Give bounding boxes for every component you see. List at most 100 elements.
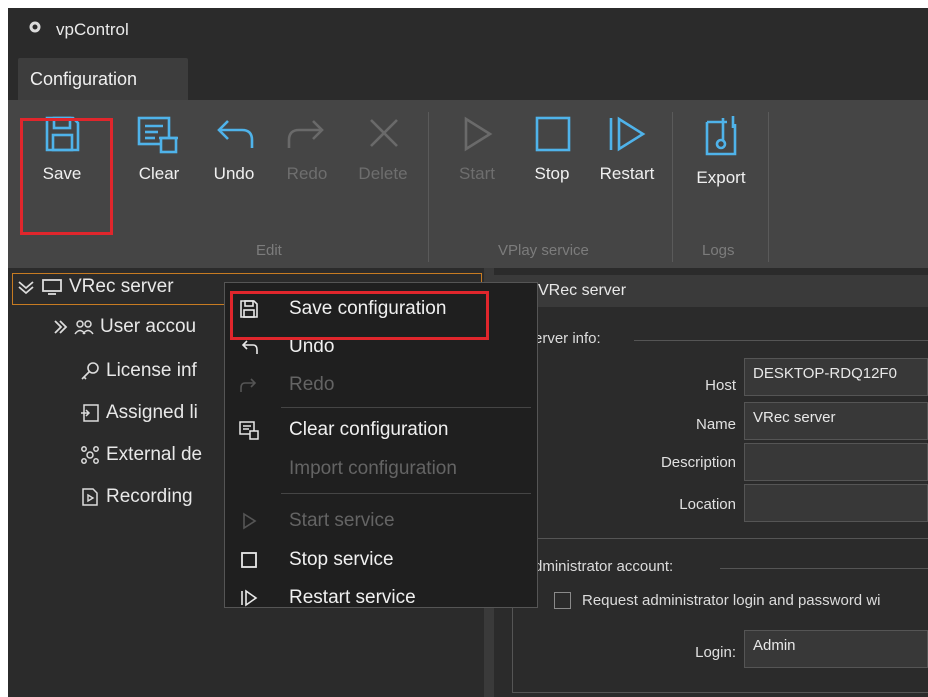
app-title: vpControl [56, 20, 129, 39]
group-separator [672, 112, 673, 262]
restart-icon [609, 116, 646, 152]
tree-root-row: VRec server [17, 276, 174, 310]
redo-button[interactable]: Redo [280, 114, 334, 210]
tree-item-label: License inf [106, 360, 197, 381]
details-pane: VRec server erver info: Host DESKTOP-RDQ… [494, 268, 928, 697]
tree-item-recording[interactable]: Recording [80, 486, 193, 520]
delete-x-icon [370, 119, 398, 147]
menu-item-import-configuration[interactable]: Import configuration [225, 451, 537, 487]
tab-configuration[interactable]: Configuration [18, 58, 188, 100]
request-admin-label: Request administrator login and password… [582, 592, 881, 609]
undo-label: Undo [213, 164, 255, 183]
menu-item-clear-configuration[interactable]: Clear configuration [225, 412, 537, 448]
menu-item-label: Stop service [289, 549, 394, 570]
admin-account-title: dministrator account: [534, 558, 674, 575]
save-configuration-highlight [230, 291, 489, 340]
name-label: Name [695, 416, 736, 433]
clear-button[interactable]: Clear [130, 114, 188, 210]
tab-configuration-label: Configuration [30, 69, 138, 89]
title-bar: vpControl [8, 8, 928, 48]
tree-item-license-info[interactable]: License inf [80, 360, 197, 394]
menu-item-label: Start service [289, 510, 395, 531]
export-label: Export [696, 168, 746, 187]
menu-separator [281, 493, 531, 494]
location-field[interactable] [744, 484, 928, 522]
tree-item-user-accounts[interactable]: User accou [52, 316, 196, 350]
menu-item-start-service[interactable]: Start service [225, 503, 537, 539]
undo-icon [217, 120, 254, 148]
redo-label: Redo [286, 164, 328, 183]
description-label: Description [660, 454, 736, 471]
group-label-logs: Logs [702, 242, 735, 259]
network-icon [81, 446, 99, 464]
tab-row: Configuration [8, 48, 928, 100]
details-header-title: VRec server [538, 282, 627, 299]
host-label: Host [705, 377, 736, 394]
group-frame [512, 692, 928, 693]
menu-item-stop-service[interactable]: Stop service [225, 542, 537, 578]
ribbon-toolbar: Save Clear Undo Redo Delete Start Stop R… [8, 100, 928, 268]
group-frame [720, 568, 928, 569]
tree-item-external-devices[interactable]: External de [80, 444, 202, 478]
menu-item-restart-service[interactable]: Restart service [225, 580, 537, 616]
undo-icon [241, 340, 258, 354]
host-field[interactable]: DESKTOP-RDQ12F0 [744, 358, 928, 396]
stop-button[interactable]: Stop [526, 114, 578, 210]
details-header: VRec server [494, 275, 928, 307]
key-icon [81, 362, 99, 380]
assigned-license-icon [81, 404, 99, 422]
login-field[interactable]: Admin [744, 630, 928, 668]
redo-icon [287, 120, 324, 148]
redo-icon [240, 378, 257, 392]
description-field[interactable] [744, 443, 928, 481]
export-button[interactable]: Export [688, 114, 754, 210]
stop-icon [241, 552, 257, 568]
clear-icon [137, 116, 178, 154]
play-icon [464, 116, 493, 152]
chevron-right-icon[interactable] [52, 319, 68, 335]
play-icon [243, 512, 257, 530]
group-separator [768, 112, 769, 262]
tree-item-assigned-licenses[interactable]: Assigned li [80, 402, 198, 436]
group-frame [634, 340, 928, 341]
group-separator [428, 112, 429, 262]
undo-button[interactable]: Undo [204, 114, 264, 210]
name-field[interactable]: VRec server [744, 402, 928, 440]
delete-button[interactable]: Delete [348, 114, 418, 210]
gear-icon [29, 21, 41, 33]
tree-root-label: VRec server [69, 276, 174, 297]
menu-item-label: Clear configuration [289, 419, 449, 440]
restart-label: Restart [599, 164, 655, 183]
menu-item-label: Restart service [289, 587, 416, 608]
restart-icon [241, 589, 258, 607]
menu-item-label: Import configuration [289, 458, 457, 479]
clear-icon [239, 421, 259, 440]
users-icon [74, 320, 94, 335]
location-label: Location [679, 496, 736, 513]
export-log-icon [705, 116, 737, 156]
start-label: Start [459, 164, 495, 183]
tree-item-label: User accou [100, 316, 197, 337]
server-info-title: erver info: [534, 330, 601, 347]
chevron-down-icon[interactable] [17, 279, 35, 295]
menu-item-label: Redo [289, 374, 335, 395]
delete-label: Delete [358, 164, 408, 183]
save-button-highlight [20, 118, 113, 235]
restart-button[interactable]: Restart [592, 114, 662, 210]
tree-item-label: External de [106, 444, 203, 465]
group-frame [512, 608, 513, 692]
stop-icon [535, 116, 571, 152]
group-frame [520, 538, 928, 539]
recording-icon [82, 488, 98, 506]
start-button[interactable]: Start [452, 114, 502, 210]
tree-item-label: Recording [106, 486, 193, 507]
request-admin-checkbox[interactable] [554, 592, 571, 609]
tree-item-label: Assigned li [106, 402, 198, 423]
app-window: vpControl Configuration Save Clear Undo … [8, 8, 928, 697]
group-label-edit: Edit [256, 242, 282, 259]
menu-item-redo[interactable]: Redo [225, 367, 537, 403]
group-label-vplay: VPlay service [498, 242, 589, 259]
menu-separator [281, 407, 531, 408]
clear-label: Clear [138, 164, 180, 183]
login-label: Login: [695, 644, 736, 661]
